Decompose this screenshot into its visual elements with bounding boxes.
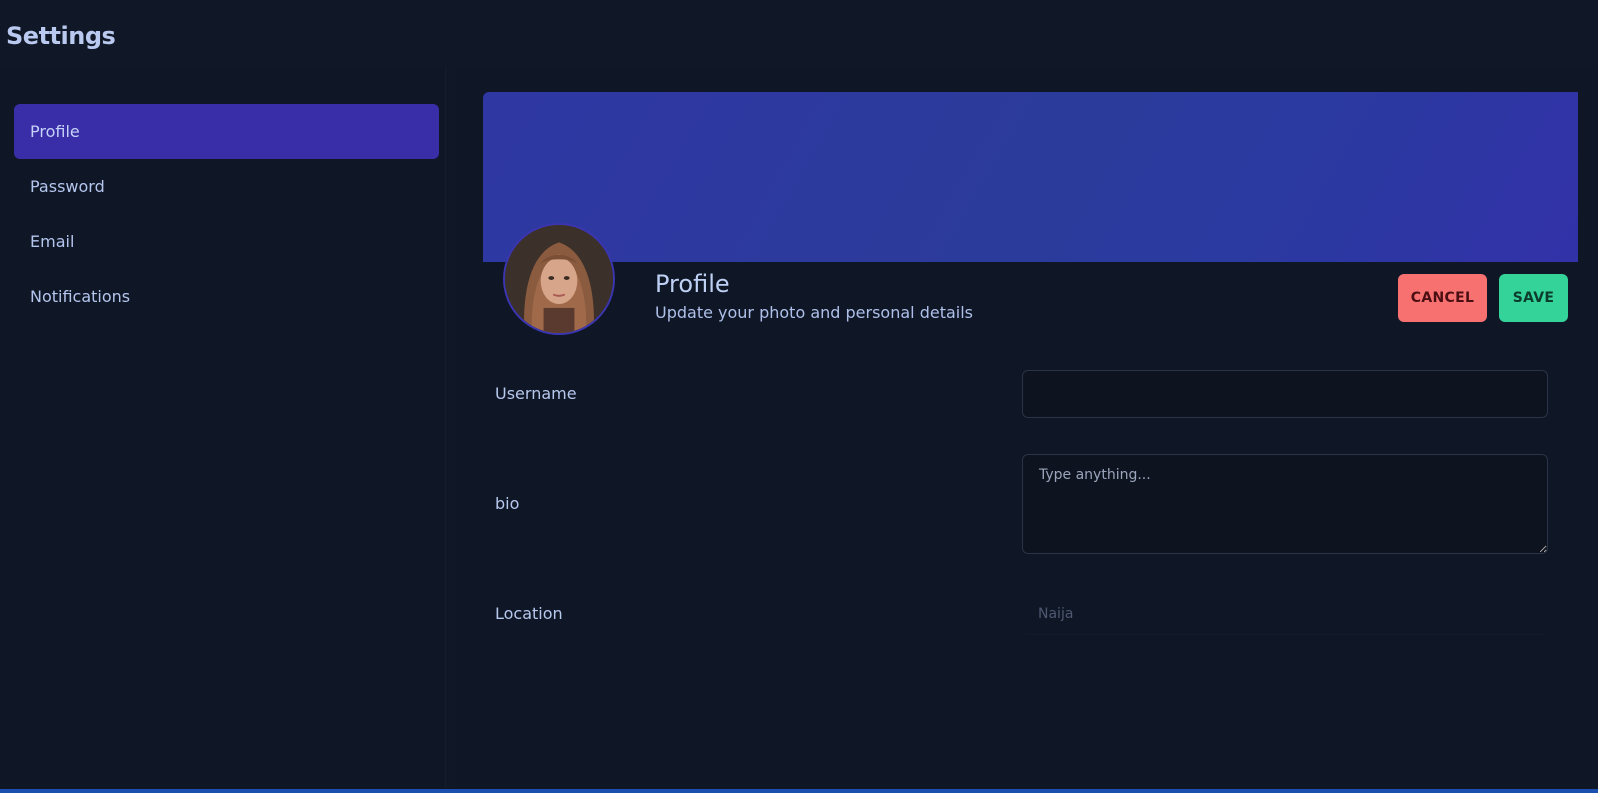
profile-title: Profile: [655, 270, 730, 298]
bottom-border: [0, 789, 1598, 793]
bio-label: bio: [495, 494, 520, 513]
avatar-photo: [505, 225, 613, 333]
location-label: Location: [495, 604, 563, 623]
avatar[interactable]: [503, 223, 615, 335]
profile-subtitle: Update your photo and personal details: [655, 303, 973, 322]
location-input[interactable]: [1022, 594, 1548, 634]
sidebar: Profile Password Email Notifications: [0, 66, 446, 788]
username-label: Username: [495, 384, 577, 403]
sidebar-item-password[interactable]: Password: [14, 159, 439, 214]
sidebar-item-notifications[interactable]: Notifications: [14, 269, 439, 324]
sidebar-item-email[interactable]: Email: [14, 214, 439, 269]
bio-textarea[interactable]: [1022, 454, 1548, 554]
save-button[interactable]: SAVE: [1499, 274, 1568, 322]
username-input[interactable]: [1022, 370, 1548, 418]
page-title: Settings: [6, 22, 116, 50]
profile-banner: [483, 92, 1578, 262]
cancel-button[interactable]: CANCEL: [1398, 274, 1487, 322]
sidebar-item-profile[interactable]: Profile: [14, 104, 439, 159]
settings-page: Settings Profile Password Email Notifica…: [0, 0, 1598, 793]
